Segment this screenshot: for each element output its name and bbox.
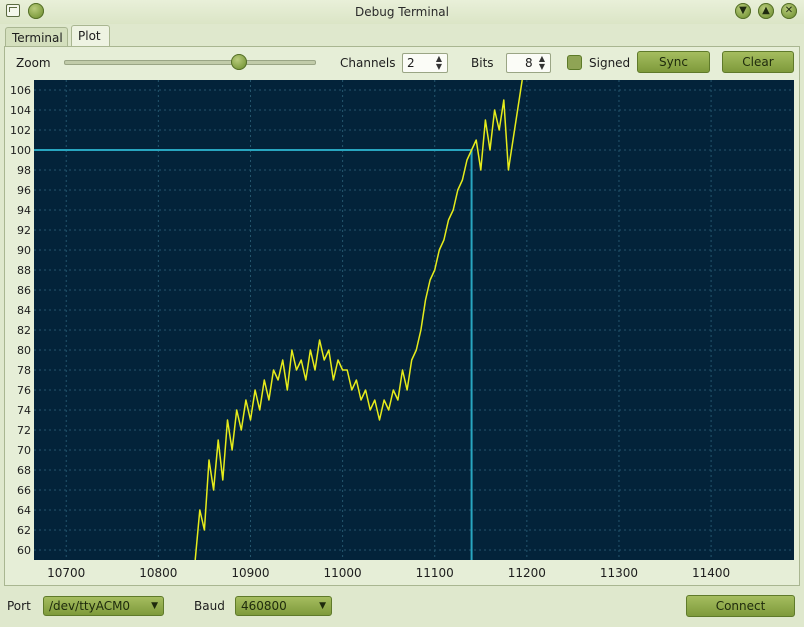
y-tick-label: 90 [17, 244, 31, 257]
x-tick-label: 11400 [692, 566, 730, 580]
clear-button[interactable]: Clear [722, 51, 794, 73]
y-tick-label: 60 [17, 544, 31, 557]
chevron-up-icon: ▲ [762, 5, 770, 16]
signed-checkbox[interactable] [567, 55, 582, 70]
spin-arrows-icon[interactable]: ▲ ▼ [434, 55, 444, 71]
tab-terminal[interactable]: Terminal [5, 27, 68, 47]
port-label: Port [7, 599, 31, 613]
title-bar: Debug Terminal ▼ ▲ ✕ [0, 0, 804, 24]
zoom-slider[interactable] [64, 60, 316, 65]
y-axis: 60 62 64 66 68 70 72 74 76 78 80 82 84 86 88 90 92 94 96 98… [10, 84, 31, 557]
chevron-down-icon: ▼ [319, 601, 326, 611]
y-tick-label: 76 [17, 384, 31, 397]
y-tick-label: 88 [17, 264, 31, 277]
tab-plot[interactable]: Plot [71, 25, 110, 47]
connect-button[interactable]: Connect [686, 595, 795, 617]
bits-value: 8 [525, 56, 533, 70]
x-tick-label: 10700 [47, 566, 85, 580]
y-tick-label: 78 [17, 364, 31, 377]
x-tick-label: 10800 [139, 566, 177, 580]
y-tick-label: 66 [17, 484, 31, 497]
baud-value: 460800 [241, 599, 287, 613]
y-tick-label: 96 [17, 184, 31, 197]
y-tick-label: 92 [17, 224, 31, 237]
chevron-down-icon: ▼ [151, 601, 158, 611]
chevron-down-icon: ▼ [739, 5, 747, 16]
sync-button[interactable]: Sync [637, 51, 710, 73]
port-value: /dev/ttyACM0 [49, 599, 131, 613]
bits-label: Bits [471, 56, 494, 70]
y-tick-label: 62 [17, 524, 31, 537]
y-tick-label: 106 [10, 84, 31, 97]
x-tick-label: 11200 [508, 566, 546, 580]
baud-select[interactable]: 460800 ▼ [235, 596, 332, 616]
x-tick-label: 11100 [416, 566, 454, 580]
y-tick-label: 104 [10, 104, 31, 117]
spin-arrows-icon[interactable]: ▲ ▼ [537, 55, 547, 71]
y-tick-label: 84 [17, 304, 31, 317]
plot-canvas[interactable] [34, 80, 794, 560]
channels-value: 2 [407, 56, 415, 70]
y-tick-label: 94 [17, 204, 31, 217]
y-tick-label: 98 [17, 164, 31, 177]
y-tick-label: 72 [17, 424, 31, 437]
y-tick-label: 64 [17, 504, 31, 517]
channels-spinbox[interactable]: 2 ▲ ▼ [402, 53, 448, 73]
x-tick-label: 11300 [600, 566, 638, 580]
baud-label: Baud [194, 599, 225, 613]
y-tick-label: 68 [17, 464, 31, 477]
close-button[interactable]: ✕ [781, 3, 797, 19]
y-tick-label: 80 [17, 344, 31, 357]
x-axis: 10700 10800 10900 11000 11100 11200 11300 11400 [47, 566, 730, 580]
y-tick-label: 70 [17, 444, 31, 457]
y-tick-label: 82 [17, 324, 31, 337]
zoom-label: Zoom [16, 56, 51, 70]
y-tick-label: 102 [10, 124, 31, 137]
y-tick-label: 86 [17, 284, 31, 297]
tab-bar: Terminal Plot [0, 24, 804, 47]
x-tick-label: 10900 [231, 566, 269, 580]
zoom-slider-handle[interactable] [231, 54, 247, 70]
x-tick-label: 11000 [324, 566, 362, 580]
window-title: Debug Terminal [355, 5, 449, 19]
y-tick-label: 100 [10, 144, 31, 157]
channels-label: Channels [340, 56, 396, 70]
plot-background [34, 80, 794, 560]
maximize-button[interactable]: ▲ [758, 3, 774, 19]
minimize-button[interactable]: ▼ [735, 3, 751, 19]
bits-spinbox[interactable]: 8 ▲ ▼ [506, 53, 551, 73]
port-select[interactable]: /dev/ttyACM0 ▼ [43, 596, 164, 616]
y-tick-label: 74 [17, 404, 31, 417]
signed-label: Signed [589, 56, 631, 70]
close-icon: ✕ [784, 5, 794, 16]
